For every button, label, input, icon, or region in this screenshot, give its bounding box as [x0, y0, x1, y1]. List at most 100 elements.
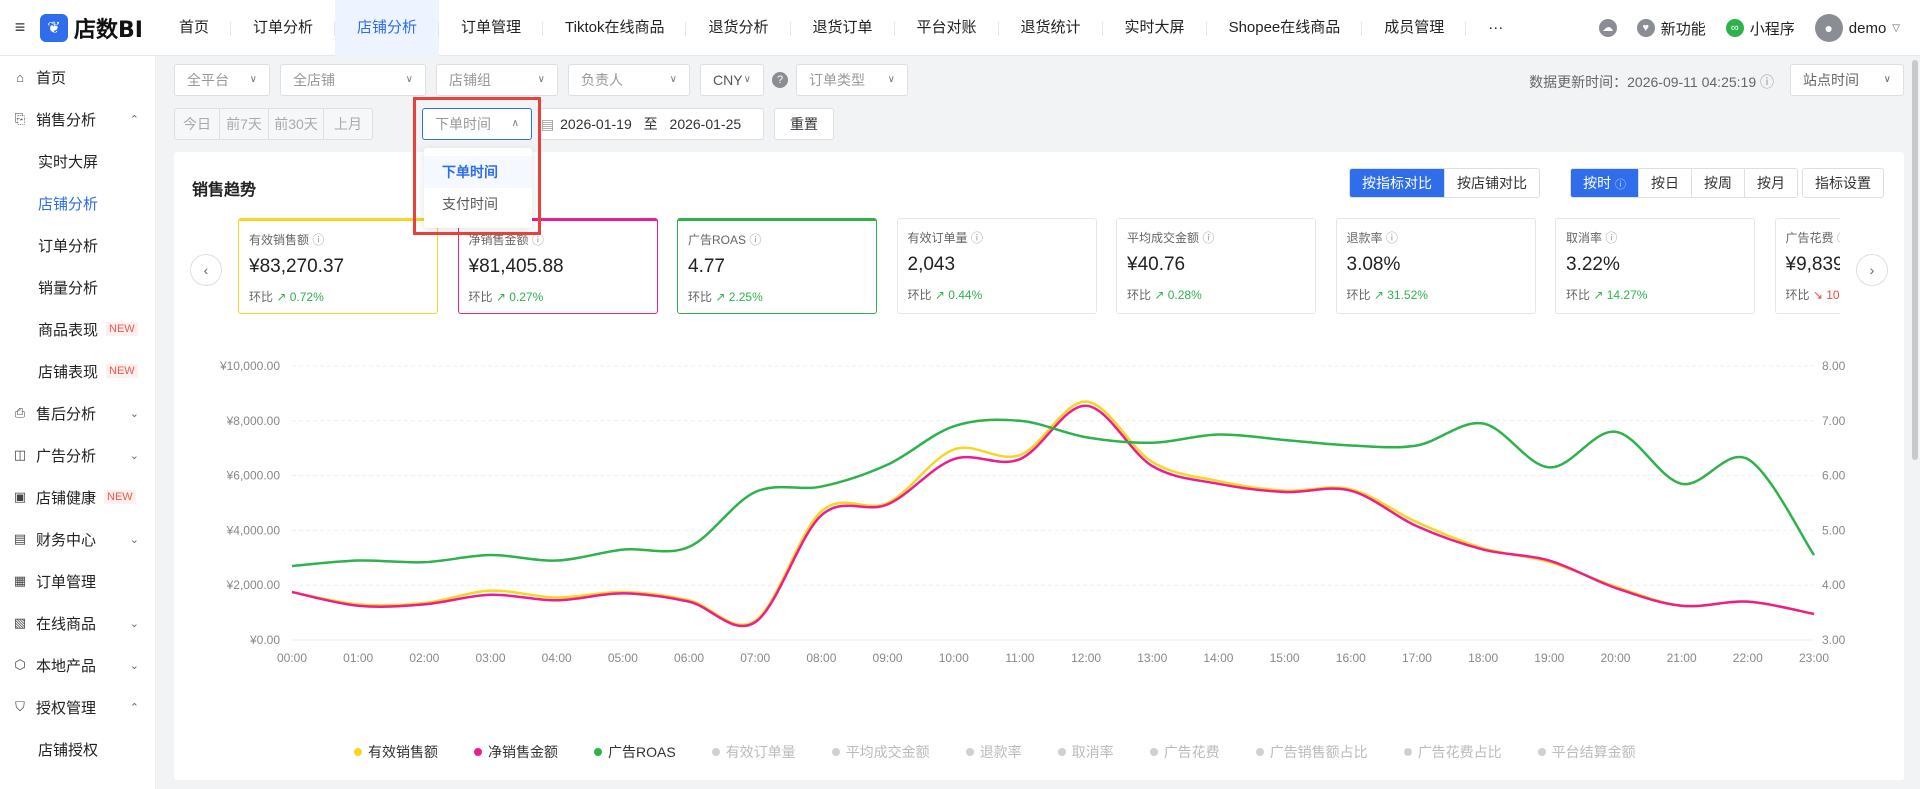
- date-separator: 至: [643, 116, 658, 132]
- reset-button[interactable]: 重置: [774, 108, 834, 140]
- shop-group-select[interactable]: 店铺组 ∨: [436, 64, 558, 96]
- nav-shopee-products[interactable]: Shopee在线商品: [1207, 0, 1363, 56]
- nav-return-analysis[interactable]: 退货分析: [686, 0, 791, 56]
- metric-settings-button[interactable]: 指标设置: [1802, 168, 1884, 198]
- sidebar-item-10[interactable]: ▣ 店铺健康 NEW: [0, 476, 155, 518]
- sidebar-item-12[interactable]: ▦ 订单管理: [0, 560, 155, 602]
- owner-select[interactable]: 负责人 ∨: [568, 64, 690, 96]
- series-line-0[interactable]: [291, 400, 1815, 627]
- quick-last-month-button[interactable]: 上月: [323, 108, 373, 140]
- date-start[interactable]: 2026-01-19: [560, 116, 632, 132]
- compare-by-shop-button[interactable]: 按店铺对比: [1444, 169, 1539, 197]
- sidebar-item-0[interactable]: ⌂ 首页: [0, 56, 155, 98]
- metric-card[interactable]: 取消率 ⓘ 3.22% 环比 ↗ 14.27%: [1555, 218, 1755, 314]
- legend-dot: [831, 748, 840, 756]
- nav-order-analysis[interactable]: 订单分析: [231, 0, 336, 56]
- by-week-button[interactable]: 按周: [1691, 169, 1744, 197]
- user-menu[interactable]: ● demo ▽: [1814, 14, 1900, 42]
- order-type-select[interactable]: 订单类型 ∨: [796, 64, 908, 96]
- prev-arrow-icon[interactable]: ‹: [190, 254, 222, 286]
- trend-up-icon: ↗: [1590, 288, 1607, 302]
- legend-item[interactable]: 取消率: [1057, 742, 1114, 762]
- sidebar-item-7[interactable]: 店铺表现 NEW: [0, 350, 155, 392]
- by-hour-button[interactable]: 按时 ⓘ: [1571, 169, 1638, 197]
- update-time-text: 数据更新时间：2026-09-11 04:25:19: [1529, 74, 1757, 90]
- trend-value: 14.27%: [1606, 288, 1648, 302]
- menu-icon[interactable]: ≡: [0, 17, 40, 38]
- x-tick: 18:00: [1468, 651, 1498, 665]
- chevron-icon: ⌄: [129, 407, 139, 420]
- sidebar-item-3[interactable]: 店铺分析: [0, 182, 155, 224]
- legend-item[interactable]: 广告花费: [1149, 742, 1220, 762]
- sidebar-item-9[interactable]: ◫ 广告分析 ⌄: [0, 434, 155, 476]
- nav-return-stats[interactable]: 退货统计: [999, 0, 1103, 56]
- mini-program-button[interactable]: ∞ 小程序: [1725, 18, 1795, 39]
- metric-card[interactable]: 广告ROAS ⓘ 4.77 环比 ↗ 2.25%: [677, 218, 877, 314]
- download-button[interactable]: ☁: [1598, 19, 1617, 37]
- chevron-icon: ⌄: [129, 659, 139, 672]
- nav-more[interactable]: ···: [1466, 0, 1525, 56]
- nav-member-management[interactable]: 成员管理: [1362, 0, 1467, 56]
- legend-label: 广告花费: [1163, 744, 1220, 760]
- legend-item[interactable]: 广告ROAS: [594, 742, 676, 762]
- station-time-select[interactable]: 站点时间 ∨: [1790, 64, 1904, 96]
- metric-label: 有效订单量 ⓘ: [908, 229, 1086, 246]
- legend-item[interactable]: 平均成交金额: [831, 742, 930, 762]
- sidebar-item-14[interactable]: ⬡ 本地产品 ⌄: [0, 644, 155, 686]
- help-icon[interactable]: ⓘ: [1760, 74, 1774, 90]
- sidebar-item-4[interactable]: 订单分析: [0, 224, 155, 266]
- legend-item[interactable]: 广告销售额占比: [1255, 742, 1368, 762]
- help-icon[interactable]: ?: [772, 72, 788, 88]
- metric-label: 广告ROAS ⓘ: [688, 231, 866, 248]
- logo-text: 店数BI: [74, 17, 143, 43]
- legend-item[interactable]: 退款率: [965, 742, 1022, 762]
- new-feature-button[interactable]: ♥ 新功能: [1636, 18, 1706, 39]
- series-line-2[interactable]: [291, 418, 1816, 568]
- legend-item[interactable]: 有效订单量: [711, 742, 796, 762]
- quick-today-button[interactable]: 今日: [174, 108, 220, 140]
- scrollbar[interactable]: [1912, 60, 1918, 460]
- legend-item[interactable]: 净销售金额: [474, 742, 558, 762]
- by-month-button[interactable]: 按月: [1744, 169, 1797, 197]
- metric-card[interactable]: 广告花费 ⓘ ¥9,839.94 环比 ↘ 10.62%: [1774, 218, 1840, 314]
- compare-by-metric-button[interactable]: 按指标对比: [1350, 169, 1444, 197]
- sidebar-item-15[interactable]: ⛉ 授权管理 ⌃: [0, 686, 155, 728]
- platform-select[interactable]: 全平台 ∨: [174, 64, 270, 96]
- nav-realtime-screen[interactable]: 实时大屏: [1103, 0, 1207, 56]
- nav-shop-analysis[interactable]: 店铺分析: [335, 0, 440, 56]
- legend-dot: [1149, 748, 1158, 756]
- logo[interactable]: ❦ 店数BI: [40, 12, 143, 44]
- sidebar-item-13[interactable]: ▧ 在线商品 ⌄: [0, 602, 155, 644]
- next-arrow-icon[interactable]: ›: [1856, 254, 1888, 286]
- metric-value: 4.77: [688, 256, 725, 277]
- nav-return-orders[interactable]: 退货订单: [791, 0, 895, 56]
- nav-tiktok-products[interactable]: Tiktok在线商品: [543, 0, 687, 56]
- nav-order-management[interactable]: 订单管理: [439, 0, 544, 56]
- date-end[interactable]: 2026-01-25: [670, 116, 742, 132]
- sidebar-item-16[interactable]: 店铺授权: [0, 728, 155, 770]
- sidebar-item-2[interactable]: 实时大屏: [0, 140, 155, 182]
- nav-platform-reconcile[interactable]: 平台对账: [895, 0, 999, 56]
- nav-home[interactable]: 首页: [157, 0, 231, 56]
- metric-card[interactable]: 平均成交金额 ⓘ ¥40.76 环比 ↗ 0.28%: [1116, 218, 1316, 314]
- by-day-button[interactable]: 按日: [1638, 169, 1691, 197]
- mini-program-label: 小程序: [1749, 20, 1795, 38]
- sidebar-item-1[interactable]: ⎘ 销售分析 ⌃: [0, 98, 155, 140]
- metric-card[interactable]: 有效订单量 ⓘ 2,043 环比 ↗ 0.44%: [896, 218, 1097, 314]
- metric-card[interactable]: 有效销售额 ⓘ ¥83,270.37 环比 ↗ 0.72%: [238, 218, 438, 314]
- currency-select[interactable]: CNY ∨: [700, 64, 764, 96]
- sidebar-item-5[interactable]: 销量分析: [0, 266, 155, 308]
- quick-7days-button[interactable]: 前7天: [219, 108, 269, 140]
- date-range-picker[interactable]: ▤ 2026-01-19 至 2026-01-25: [538, 108, 764, 140]
- sidebar-item-6[interactable]: 商品表现 NEW: [0, 308, 155, 350]
- legend-item[interactable]: 有效销售额: [354, 742, 438, 762]
- legend-item[interactable]: 平台结算金额: [1537, 742, 1636, 762]
- metric-card[interactable]: 退款率 ⓘ 3.08% 环比 ↗ 31.52%: [1335, 218, 1536, 314]
- shop-select[interactable]: 全店铺 ∨: [280, 64, 426, 96]
- y-left-tick: ¥10,000.00: [219, 359, 280, 373]
- legend-item[interactable]: 广告花费占比: [1403, 742, 1502, 762]
- sidebar-item-11[interactable]: ▤ 财务中心 ⌄: [0, 518, 155, 560]
- quick-30days-button[interactable]: 前30天: [268, 108, 324, 140]
- sidebar-item-8[interactable]: ⎙ 售后分析 ⌄: [0, 392, 155, 434]
- chevron-down-icon: ∨: [887, 74, 895, 85]
